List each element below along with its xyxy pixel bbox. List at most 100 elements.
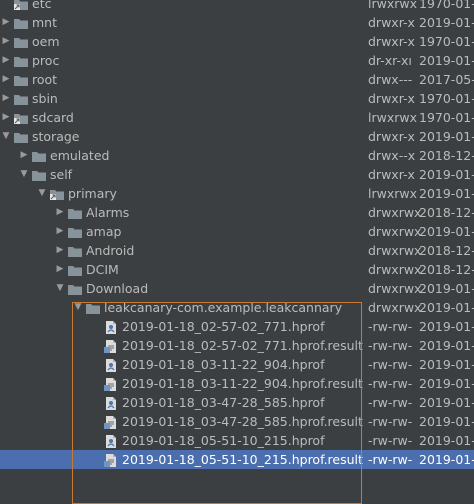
chevron-down-icon[interactable]: ▼ (19, 165, 29, 184)
result-file-icon (104, 415, 118, 429)
file-name: Download (86, 281, 149, 296)
date-cell: 2019-01-1 (419, 15, 474, 30)
device-file-tree[interactable]: etclrwxrwx1970-01-▶mntdrwxr-x2019-01-1▶o… (0, 0, 474, 469)
file-name: 2019-01-18_03-47-28_585.hprof (122, 395, 325, 410)
tree-row[interactable]: etc lrwxrwx 1970-01- (0, 0, 474, 13)
permissions-cell: dr-xr-xı (368, 53, 412, 68)
tree-row[interactable]: 2019-01-18_05-51-10_215.hprof.result -rw-… (0, 450, 474, 469)
folder-icon (32, 168, 46, 181)
file-name: etc (32, 0, 52, 11)
chevron-right-icon[interactable]: ▶ (19, 146, 29, 165)
chevron-right-icon[interactable]: ▶ (55, 241, 65, 260)
file-name: 2019-01-18_05-51-10_215.hprof (122, 433, 325, 448)
file-name: amap (86, 224, 122, 239)
folder-icon (68, 206, 82, 219)
tree-row[interactable]: ▶ Alarms drwxrwx2018-12-2 (0, 203, 474, 222)
file-name: 2019-01-18_02-57-02_771.hprof.result (122, 338, 363, 353)
file-name: sbin (32, 91, 58, 106)
file-name: DCIM (86, 262, 119, 277)
tree-row[interactable]: 2019-01-18_02-57-02_771.hprof -rw-rw- 2019… (0, 317, 474, 336)
date-cell: 2019-01-0 (419, 224, 474, 239)
symlink-folder-icon (14, 111, 28, 124)
permissions-cell: -rw-rw- (368, 433, 413, 448)
folder-icon (14, 54, 28, 67)
chevron-right-icon[interactable]: ▶ (1, 32, 11, 51)
date-cell: 1970-01-0 (419, 91, 474, 106)
chevron-right-icon[interactable]: ▶ (1, 89, 11, 108)
folder-icon (14, 16, 28, 29)
folder-icon (68, 225, 82, 238)
permissions-cell: -rw-rw- (368, 395, 413, 410)
date-cell: 2019-01-1 (419, 414, 474, 429)
permissions-cell: drwxrwx (368, 262, 422, 277)
tree-row[interactable]: ▼ leakcanary-com.example.leakcannary drwxr… (0, 298, 474, 317)
tree-row[interactable]: 2019-01-18_03-11-22_904.hprof.result -rw-… (0, 374, 474, 393)
tree-row[interactable]: ▶ mnt drwxr-x 2019-01-1 (0, 13, 474, 32)
permissions-cell: -rw-rw- (368, 376, 413, 391)
result-file-icon (104, 339, 118, 353)
date-cell: 2019-01-1 (419, 338, 474, 353)
chevron-down-icon[interactable]: ▼ (73, 298, 83, 317)
file-name: sdcard (32, 110, 74, 125)
folder-icon (68, 263, 82, 276)
permissions-cell: drwxr-x (368, 15, 415, 30)
tree-row[interactable]: ▶ oem drwxr-x 1970-01-0 (0, 32, 474, 51)
tree-row[interactable]: ▶ DCIM drwxrwx2018-12-2 (0, 260, 474, 279)
file-name: 2019-01-18_05-51-10_215.hprof.result (122, 452, 363, 467)
date-cell: 2019-01-1 (419, 357, 474, 372)
tree-row[interactable]: ▼ storage drwxr-x 2019-01-1 (0, 127, 474, 146)
chevron-right-icon[interactable]: ▶ (1, 51, 11, 70)
date-cell: 2019-01-1 (419, 167, 474, 182)
tree-row[interactable]: 2019-01-18_03-11-22_904.hprof -rw-rw- 2019… (0, 355, 474, 374)
date-cell: 2018-12-2 (419, 243, 474, 258)
permissions-cell: lrwxrwx (368, 110, 417, 125)
date-cell: 2019-01-1 (419, 129, 474, 144)
permissions-cell: -rw-rw- (368, 357, 413, 372)
tree-row[interactable]: ▼ Download drwxrwx2019-01-1 (0, 279, 474, 298)
chevron-down-icon[interactable]: ▼ (37, 184, 47, 203)
file-name: leakcanary-com.example.leakcannary (104, 300, 343, 315)
permissions-cell: lrwxrwx (368, 186, 417, 201)
file-name: storage (32, 129, 80, 144)
chevron-right-icon[interactable]: ▶ (1, 70, 11, 89)
tree-row[interactable]: 2019-01-18_03-47-28_585.hprof -rw-rw- 2019… (0, 393, 474, 412)
permissions-cell: -rw-rw- (368, 414, 413, 429)
chevron-down-icon[interactable]: ▼ (1, 127, 11, 146)
date-cell: 1970-01-0 (419, 110, 474, 125)
chevron-down-icon[interactable]: ▼ (55, 279, 65, 298)
tree-row[interactable]: ▼ primary lrwxrwx2019-01-1 (0, 184, 474, 203)
file-name: 2019-01-18_03-47-28_585.hprof.result (122, 414, 363, 429)
chevron-right-icon[interactable]: ▶ (1, 13, 11, 32)
tree-row[interactable]: ▶ root drwx--- 2017-05-1 (0, 70, 474, 89)
file-name: proc (32, 53, 60, 68)
tree-row[interactable]: ▶ amap drwxrwx2019-01-0 (0, 222, 474, 241)
hprof-file-icon (104, 396, 118, 410)
folder-icon (32, 149, 46, 162)
tree-row[interactable]: ▶ Android drwxrwx2018-12-2 (0, 241, 474, 260)
hprof-file-icon (104, 434, 118, 448)
file-name: 2019-01-18_03-11-22_904.hprof.result (122, 376, 363, 391)
folder-icon (86, 301, 100, 314)
date-cell: 2018-12-2 (419, 148, 474, 163)
tree-row[interactable]: 2019-01-18_05-51-10_215.hprof -rw-rw- 2019… (0, 431, 474, 450)
tree-row[interactable]: ▶ proc dr-xr-xı 2019-01-1 (0, 51, 474, 70)
date-cell: 2018-12-2 (419, 205, 474, 220)
tree-row[interactable]: ▶ sdcard lrwxrwx1970-01-0 (0, 108, 474, 127)
chevron-right-icon[interactable]: ▶ (55, 260, 65, 279)
tree-row[interactable]: ▼ self drwxr-x 2019-01-1 (0, 165, 474, 184)
file-name: 2019-01-18_02-57-02_771.hprof (122, 319, 325, 334)
permissions-cell: drwxrwx (368, 281, 422, 296)
chevron-right-icon[interactable]: ▶ (1, 108, 11, 127)
chevron-right-icon[interactable]: ▶ (55, 222, 65, 241)
tree-row[interactable]: 2019-01-18_03-47-28_585.hprof.result -rw-… (0, 412, 474, 431)
result-file-icon (104, 453, 118, 467)
permissions-cell: drwxrwx (368, 205, 422, 220)
symlink-folder-icon (14, 0, 28, 10)
tree-row[interactable]: 2019-01-18_02-57-02_771.hprof.result -rw-… (0, 336, 474, 355)
tree-row[interactable]: ▶ sbin drwxr-x 1970-01-0 (0, 89, 474, 108)
date-cell: 1970-01- (419, 0, 474, 11)
chevron-right-icon[interactable]: ▶ (55, 203, 65, 222)
date-cell: 2019-01-1 (419, 376, 474, 391)
permissions-cell: lrwxrwx (368, 0, 417, 11)
tree-row[interactable]: ▶ emulated drwx--x2018-12-2 (0, 146, 474, 165)
